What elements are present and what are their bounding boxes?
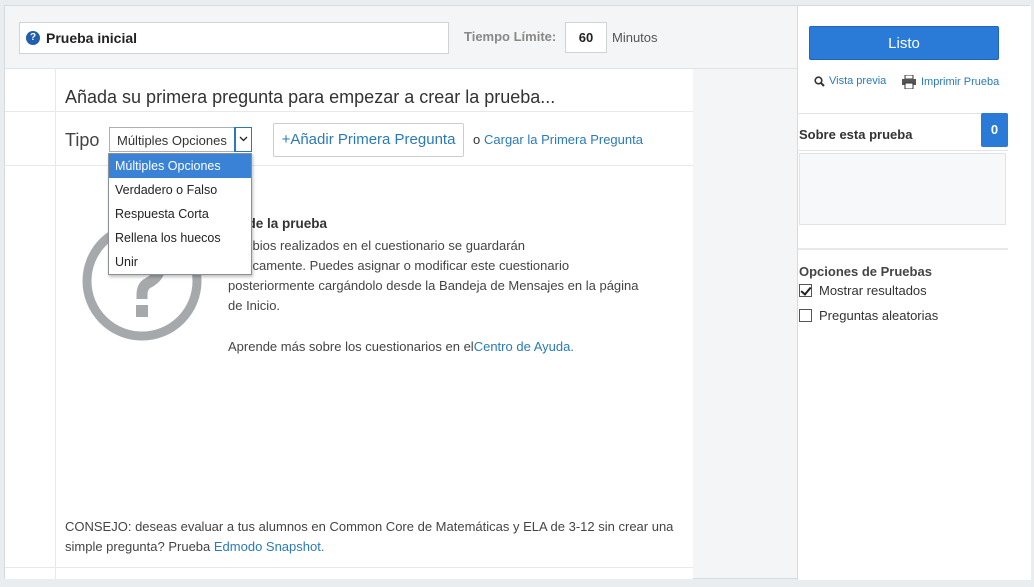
option-random-questions[interactable]: Preguntas aleatorias: [799, 308, 938, 323]
tip-suffix: .: [320, 539, 325, 554]
load-first-question-link[interactable]: Cargar la Primera Pregunta: [484, 132, 643, 147]
snapshot-link[interactable]: Edmodo Snapshot: [214, 539, 321, 554]
help-line: posteriormente cargándolo desde la Bande…: [228, 278, 639, 293]
help-line: cambios realizados en el cuestionario se…: [228, 238, 526, 253]
random-questions-label: Preguntas aleatorias: [819, 308, 939, 323]
or-label: o: [473, 132, 481, 147]
about-quiz-description[interactable]: [799, 153, 1006, 225]
dropdown-option-fill-blanks[interactable]: Rellena los huecos: [109, 226, 251, 250]
dropdown-option-short-answer[interactable]: Respuesta Corta: [109, 202, 251, 226]
dropdown-option-multiple-choice[interactable]: Múltiples Opciones: [109, 154, 251, 178]
question-editor: Añada su primera pregunta para empezar a…: [5, 69, 693, 579]
print-link[interactable]: Imprimir Prueba: [901, 75, 999, 89]
tip-text: CONSEJO: deseas evaluar a tus alumnos en…: [65, 517, 695, 557]
quiz-title-text: Prueba inicial: [46, 30, 138, 46]
printer-icon: [902, 75, 916, 89]
help-more-text: Aprende más sobre los cuestionarios en e…: [228, 339, 574, 354]
search-icon: [814, 75, 825, 87]
print-label: Imprimir Prueba: [921, 76, 1000, 88]
option-show-results[interactable]: Mostrar resultados: [799, 283, 927, 298]
help-line: de Inicio.: [228, 298, 281, 313]
help-center-link[interactable]: Centro de Ayuda: [474, 339, 571, 354]
divider: [5, 567, 693, 568]
preview-link[interactable]: Vista previa: [814, 75, 886, 87]
question-type-select[interactable]: Múltiples Opciones: [109, 127, 252, 152]
help-more-prefix: Aprende más sobre los cuestionarios en e…: [228, 339, 474, 354]
quiz-options-title: Opciones de Pruebas: [799, 264, 932, 279]
quiz-icon: ?: [26, 31, 40, 45]
question-count-badge: 0: [981, 113, 1008, 147]
quiz-sidebar: Listo Vista previa Imprimir Prueba Sobre…: [797, 6, 1031, 580]
help-line: máticamente. Puedes asignar o modificar …: [228, 258, 570, 273]
random-questions-checkbox[interactable]: [799, 309, 812, 322]
about-quiz-title: Sobre esta prueba: [799, 127, 913, 142]
help-more-suffix: .: [570, 339, 574, 354]
about-quiz-header: Sobre esta prueba 0: [798, 113, 1008, 151]
page-title: Añada su primera pregunta para empezar a…: [65, 87, 556, 107]
time-limit-label: Tiempo Límite:: [464, 29, 557, 44]
question-type-label: Tipo: [65, 130, 100, 150]
quiz-title-field[interactable]: ? Prueba inicial: [19, 22, 449, 54]
done-button[interactable]: Listo: [809, 26, 999, 60]
divider: [798, 248, 1008, 250]
quiz-editor-window: ? Prueba inicial Tiempo Límite: 60 Minut…: [4, 5, 1031, 580]
show-results-label: Mostrar resultados: [819, 283, 927, 298]
chevron-down-icon[interactable]: [234, 127, 252, 152]
time-unit-label: Minutos: [612, 30, 658, 45]
dropdown-option-matching[interactable]: Unir: [109, 250, 251, 274]
help-text: cambios realizados en el cuestionario se…: [228, 236, 648, 316]
dropdown-option-true-false[interactable]: Verdadero o Falso: [109, 178, 251, 202]
add-first-question-button[interactable]: +Añadir Primera Pregunta: [273, 123, 464, 157]
tip-prefix: CONSEJO: deseas evaluar a tus alumnos en…: [65, 519, 674, 554]
question-type-value: Múltiples Opciones: [117, 133, 227, 148]
quiz-header-bar: ? Prueba inicial Tiempo Límite: 60 Minut…: [5, 6, 797, 69]
divider: [5, 111, 693, 112]
question-number-gutter: [5, 69, 56, 579]
question-type-dropdown: Múltiples Opciones Verdadero o Falso Res…: [108, 153, 252, 275]
show-results-checkbox[interactable]: [799, 284, 812, 297]
time-limit-input[interactable]: 60: [565, 22, 607, 53]
preview-label: Vista previa: [829, 75, 887, 87]
